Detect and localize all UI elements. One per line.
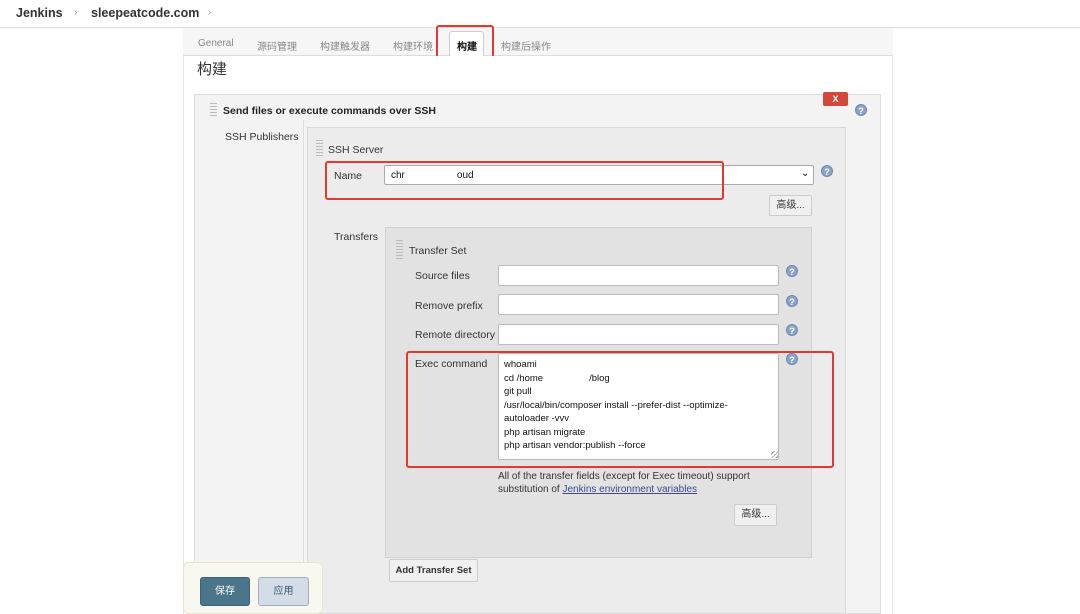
- highlight-name-field: [325, 161, 724, 200]
- transfer-set-title: Transfer Set: [409, 245, 467, 257]
- server-advanced-button[interactable]: 高级...: [769, 195, 812, 216]
- transfer-advanced-button[interactable]: 高级...: [734, 504, 777, 526]
- tab-general[interactable]: General: [198, 38, 234, 49]
- highlight-exec-command: [406, 351, 834, 468]
- chevron-right-icon[interactable]: ›: [208, 7, 211, 18]
- remove-prefix-label: Remove prefix: [415, 300, 483, 312]
- apply-button[interactable]: 应用: [258, 577, 309, 606]
- breadcrumb-project[interactable]: sleepeatcode.com: [91, 6, 199, 20]
- drag-handle[interactable]: [210, 103, 217, 117]
- drag-handle[interactable]: [396, 240, 403, 259]
- add-transfer-set-button[interactable]: Add Transfer Set: [389, 559, 478, 582]
- tab-build-environment[interactable]: 构建环境: [393, 38, 433, 53]
- help-icon[interactable]: ?: [786, 295, 798, 307]
- chevron-right-icon[interactable]: ›: [74, 7, 77, 18]
- transfer-note: All of the transfer fields (except for E…: [498, 470, 768, 496]
- help-icon[interactable]: ?: [821, 165, 833, 177]
- transfers-label: Transfers: [334, 231, 378, 243]
- delete-step-button[interactable]: X: [823, 92, 848, 106]
- remote-directory-label: Remote directory: [415, 329, 495, 341]
- drag-handle[interactable]: [316, 140, 323, 158]
- source-files-input[interactable]: [498, 265, 779, 286]
- source-files-label: Source files: [415, 270, 470, 282]
- help-icon[interactable]: ?: [786, 265, 798, 277]
- help-icon[interactable]: ?: [855, 104, 867, 116]
- tab-build-triggers[interactable]: 构建触发器: [320, 38, 370, 53]
- env-variables-link[interactable]: Jenkins environment variables: [562, 484, 697, 495]
- ssh-publishers-label: SSH Publishers: [225, 131, 299, 143]
- ssh-server-label: SSH Server: [328, 144, 384, 156]
- breadcrumb-jenkins[interactable]: Jenkins: [16, 6, 63, 20]
- remove-prefix-input[interactable]: [498, 294, 779, 315]
- help-icon[interactable]: ?: [786, 324, 798, 336]
- step-title: Send files or execute commands over SSH: [223, 105, 436, 117]
- publishers-column: [200, 120, 304, 614]
- section-title: 构建: [197, 61, 228, 78]
- save-button[interactable]: 保存: [200, 577, 250, 606]
- tab-source-management[interactable]: 源码管理: [257, 38, 297, 53]
- tab-post-build[interactable]: 构建后操作: [501, 38, 551, 53]
- chevron-down-icon[interactable]: ⌄: [801, 168, 809, 179]
- remote-directory-input[interactable]: [498, 324, 779, 345]
